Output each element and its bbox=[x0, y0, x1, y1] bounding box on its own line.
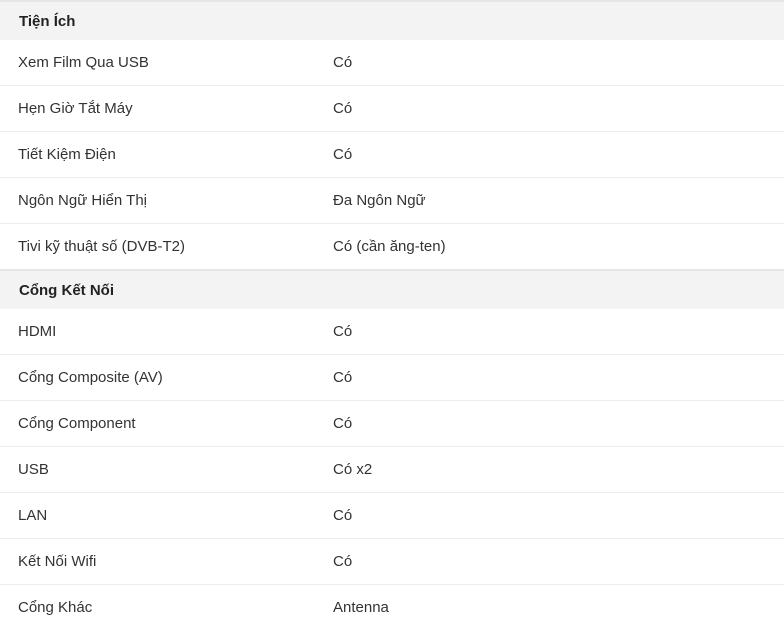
spec-row: Tivi kỹ thuật số (DVB-T2) Có (cần ăng-ten… bbox=[0, 224, 784, 269]
spec-value: Có bbox=[333, 54, 353, 71]
spec-label: Tiết Kiệm Điện bbox=[18, 146, 116, 163]
spec-table: Tiện Ích Xem Film Qua USB Có Hẹn Giờ Tắt Má… bbox=[0, 0, 784, 630]
spec-value: Đa Ngôn Ngữ bbox=[333, 192, 426, 209]
spec-row: LAN Có bbox=[0, 493, 784, 539]
spec-row: HDMI Có bbox=[0, 309, 784, 355]
spec-row: Tiết Kiệm Điện Có bbox=[0, 132, 784, 178]
spec-value: Có x2 bbox=[333, 461, 373, 478]
spec-value: Có bbox=[333, 146, 353, 163]
spec-row: USB Có x2 bbox=[0, 447, 784, 493]
spec-row: Cổng Component Có bbox=[0, 401, 784, 447]
spec-label: Xem Film Qua USB bbox=[18, 54, 149, 71]
spec-value: Có bbox=[333, 415, 353, 432]
spec-section: Tiện Ích Xem Film Qua USB Có Hẹn Giờ Tắt Má… bbox=[0, 0, 784, 269]
spec-label: HDMI bbox=[18, 323, 57, 340]
spec-row: Cổng Khác Antenna bbox=[0, 585, 784, 630]
spec-section: Cổng Kết Nối HDMI Có Cổng Composite (AV) Có C… bbox=[0, 269, 784, 630]
spec-label: USB bbox=[18, 461, 49, 478]
spec-label: Ngôn Ngữ Hiển Thị bbox=[18, 192, 147, 209]
spec-value: Có bbox=[333, 507, 353, 524]
spec-value: Antenna bbox=[333, 599, 389, 616]
spec-row: Kết Nối Wifi Có bbox=[0, 539, 784, 585]
spec-value: Có bbox=[333, 100, 353, 117]
section-header: Cổng Kết Nối bbox=[0, 269, 784, 309]
section-header: Tiện Ích bbox=[0, 0, 784, 40]
spec-label: Hẹn Giờ Tắt Máy bbox=[18, 100, 133, 117]
spec-label: Cổng Khác bbox=[18, 599, 93, 616]
spec-value: Có bbox=[333, 553, 353, 570]
spec-value: Có bbox=[333, 323, 353, 340]
spec-label: LAN bbox=[18, 507, 48, 524]
spec-value: Có (cần ăng-ten) bbox=[333, 238, 446, 255]
spec-label: Cổng Composite (AV) bbox=[18, 369, 163, 386]
spec-label: Tivi kỹ thuật số (DVB-T2) bbox=[18, 238, 185, 255]
spec-row: Hẹn Giờ Tắt Máy Có bbox=[0, 86, 784, 132]
spec-value: Có bbox=[333, 369, 353, 386]
spec-row: Cổng Composite (AV) Có bbox=[0, 355, 784, 401]
spec-label: Cổng Component bbox=[18, 415, 136, 432]
spec-row: Ngôn Ngữ Hiển Thị Đa Ngôn Ngữ bbox=[0, 178, 784, 224]
spec-label: Kết Nối Wifi bbox=[18, 553, 97, 570]
spec-row: Xem Film Qua USB Có bbox=[0, 40, 784, 86]
